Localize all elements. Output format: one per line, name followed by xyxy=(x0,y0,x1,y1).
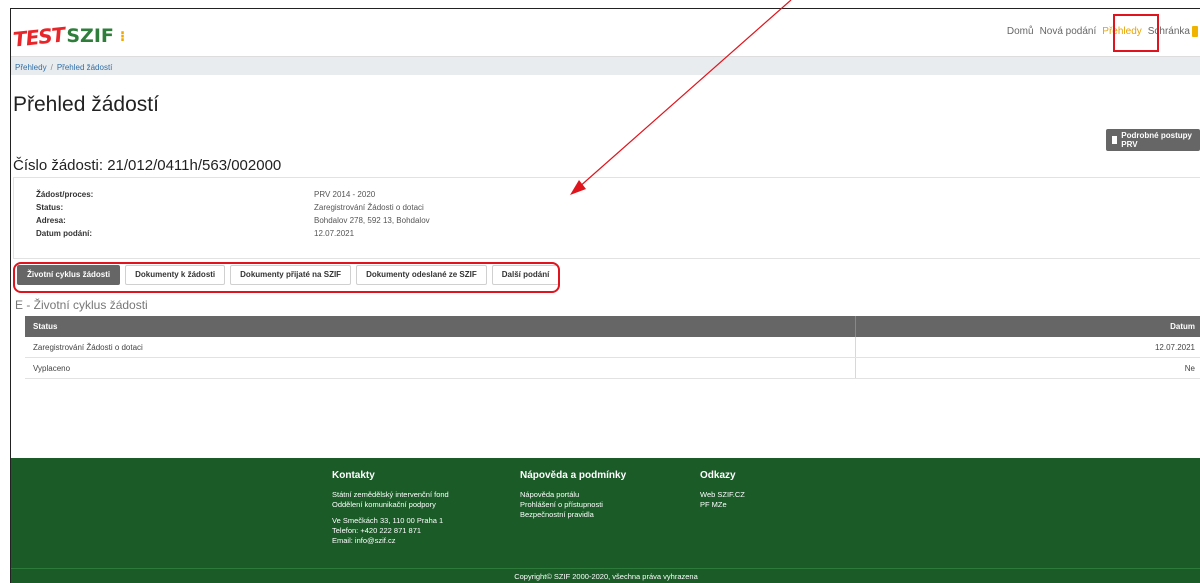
footer-help: Nápověda a podmínky Nápověda portálu Pro… xyxy=(520,471,626,520)
page-title: Přehled žádostí xyxy=(13,93,159,116)
footer-line: Oddělení komunikační podpory xyxy=(332,500,436,509)
inbox-badge-icon xyxy=(1192,26,1198,37)
footer-links-title: Odkazy xyxy=(700,470,736,481)
footer-link[interactable]: Bezpečnostní pravidla xyxy=(520,510,626,520)
procedures-button[interactable]: Podrobné postupy PRV xyxy=(1106,129,1200,151)
info-row-date: Datum podání: 12.07.2021 xyxy=(36,229,1196,241)
header-status[interactable]: Status xyxy=(25,316,856,337)
info-row-address: Adresa: Bohdalov 278, 592 13, Bohdalov xyxy=(36,216,1196,228)
footer-line: Státní zemědělský intervenční fond xyxy=(332,490,449,499)
footer-link[interactable]: Prohlášení o přístupnosti xyxy=(520,500,626,510)
browser-frame: TEST SZIF ⁝ Domů Nová podání Přehledy Sc… xyxy=(10,8,1200,583)
header-date[interactable]: Datum xyxy=(856,322,1200,331)
footer-email-link[interactable]: Email: info@szif.cz xyxy=(332,536,449,546)
table-row: Vyplaceno Ne xyxy=(25,358,1200,379)
site-footer: Kontakty Státní zemědělský intervenční f… xyxy=(11,458,1200,568)
info-value: PRV 2014 - 2020 xyxy=(314,190,376,199)
info-label: Datum podání: xyxy=(36,229,92,238)
info-row-status: Status: Zaregistrování Žádosti o dotaci xyxy=(36,203,1196,215)
info-row-process: Žádost/proces: PRV 2014 - 2020 xyxy=(36,190,1196,202)
lifecycle-table: Status Datum Zaregistrování Žádosti o do… xyxy=(25,316,1200,379)
info-value: 12.07.2021 xyxy=(314,229,355,238)
footer-help-title: Nápověda a podmínky xyxy=(520,470,627,481)
info-label: Adresa: xyxy=(36,216,66,225)
application-number: Číslo žádosti: 21/012/0411h/563/002000 xyxy=(13,157,282,174)
procedures-button-label: Podrobné postupy PRV xyxy=(1121,131,1192,149)
breadcrumb-applications[interactable]: Přehled žádostí xyxy=(57,63,113,72)
info-label: Status: xyxy=(36,203,64,212)
row-status: Zaregistrování Žádosti o dotaci xyxy=(25,337,856,357)
row-status: Vyplaceno xyxy=(25,358,856,378)
breadcrumb-overviews[interactable]: Přehledy xyxy=(15,63,47,72)
tabs-highlight-outline xyxy=(13,262,560,293)
row-date: Ne xyxy=(1184,363,1195,373)
footer-links: Odkazy Web SZIF.CZ PF MZe xyxy=(700,471,745,510)
table-header: Status Datum xyxy=(25,316,1200,337)
application-info-box: Žádost/proces: PRV 2014 - 2020 Status: Z… xyxy=(13,177,1200,259)
footer-link[interactable]: PF MZe xyxy=(700,500,745,510)
breadcrumb: Přehledy / Přehled žádostí xyxy=(11,57,1200,75)
top-navigation: Domů Nová podání Přehledy Schránka xyxy=(1004,26,1200,37)
document-icon xyxy=(1112,136,1118,144)
footer-link[interactable]: Web SZIF.CZ xyxy=(700,490,745,500)
footer-line: Telefon: +420 222 871 871 xyxy=(332,526,422,535)
table-row: Zaregistrování Žádosti o dotaci 12.07.20… xyxy=(25,337,1200,358)
logo-szif-text: SZIF xyxy=(66,25,114,47)
footer-contacts-title: Kontakty xyxy=(332,470,375,481)
info-value: Bohdalov 278, 592 13, Bohdalov xyxy=(314,216,430,225)
nav-new-submission[interactable]: Nová podání xyxy=(1037,26,1100,37)
footer-link[interactable]: Nápověda portálu xyxy=(520,490,626,500)
breadcrumb-separator: / xyxy=(50,63,53,72)
nav-home[interactable]: Domů xyxy=(1004,26,1037,37)
logo-test-text: TEST xyxy=(11,22,66,52)
copyright: Copyright© SZIF 2000-2020, všechna práva… xyxy=(11,568,1200,583)
footer-line: Ve Smečkách 33, 110 00 Praha 1 xyxy=(332,516,444,525)
info-value: Zaregistrování Žádosti o dotaci xyxy=(314,203,424,212)
logo-mark-icon: ⁝ xyxy=(119,29,126,45)
site-header: TEST SZIF ⁝ Domů Nová podání Přehledy Sc… xyxy=(11,9,1200,57)
footer-contacts: Kontakty Státní zemědělský intervenční f… xyxy=(332,471,449,546)
section-title: E - Životní cyklus žádosti xyxy=(15,298,148,312)
nav-highlight-outline xyxy=(1113,14,1159,52)
row-date: 12.07.2021 xyxy=(1154,342,1195,352)
szif-logo[interactable]: TEST SZIF ⁝ xyxy=(11,19,126,52)
info-label: Žádost/proces: xyxy=(36,190,94,199)
